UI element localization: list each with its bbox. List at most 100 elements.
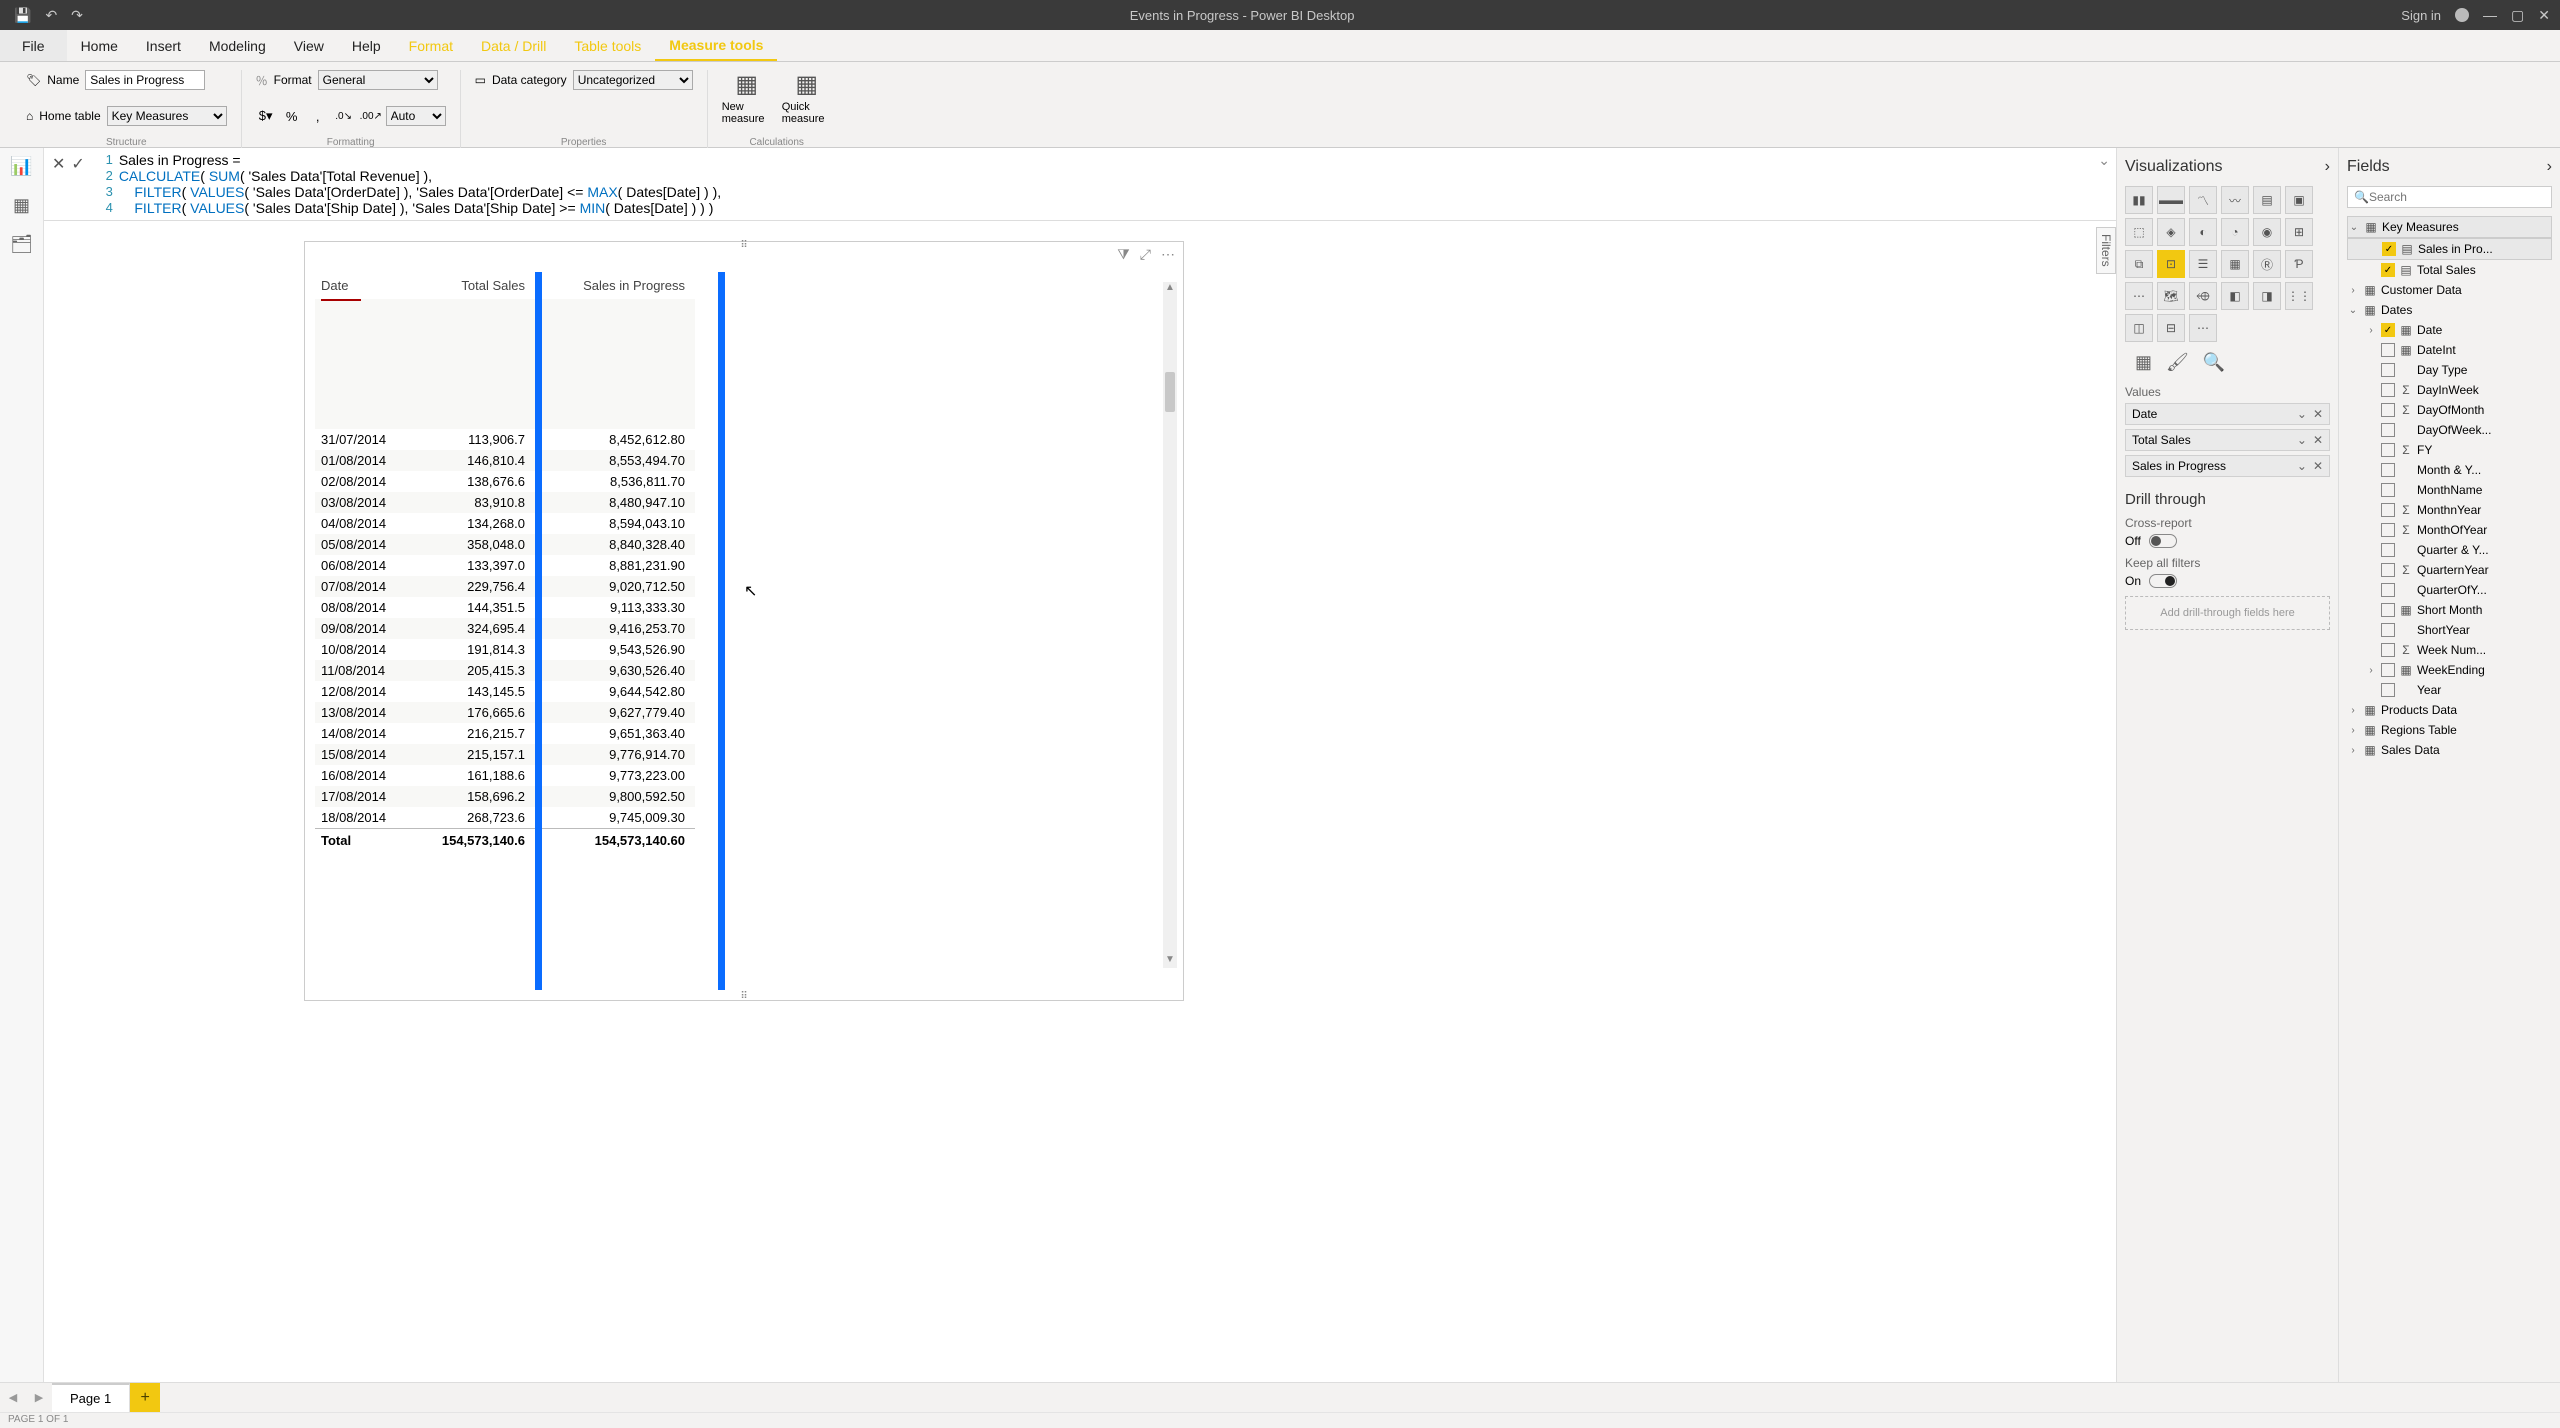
viz-type-icon[interactable]: ◧ xyxy=(2221,282,2249,310)
cross-report-toggle[interactable] xyxy=(2149,534,2177,548)
table-row[interactable]: 10/08/2014191,814.39,543,526.90 xyxy=(315,639,695,660)
percent-button[interactable]: % xyxy=(282,106,302,126)
increase-decimals-button[interactable]: .00↗ xyxy=(360,106,380,126)
fields-field[interactable]: DayOfWeek... xyxy=(2347,420,2552,440)
field-checkbox[interactable] xyxy=(2381,363,2395,377)
table-row[interactable]: 15/08/2014215,157.19,776,914.70 xyxy=(315,744,695,765)
viz-type-icon[interactable]: ⋮⋮ xyxy=(2285,282,2313,310)
decimals-select[interactable]: Auto xyxy=(386,106,446,126)
fields-field[interactable]: Quarter & Y... xyxy=(2347,540,2552,560)
fields-field[interactable]: ΣWeek Num... xyxy=(2347,640,2552,660)
viz-type-icon[interactable]: 〰 xyxy=(2221,186,2249,214)
data-category-select[interactable]: Uncategorized xyxy=(573,70,693,90)
fields-tab-icon[interactable]: ▦ xyxy=(2135,352,2152,373)
viz-type-icon[interactable]: ▬▬ xyxy=(2157,186,2185,214)
table-row[interactable]: 06/08/2014133,397.08,881,231.90 xyxy=(315,555,695,576)
fields-field[interactable]: ›▦WeekEnding xyxy=(2347,660,2552,680)
table-row[interactable]: 02/08/2014138,676.68,536,811.70 xyxy=(315,471,695,492)
menu-tab-modeling[interactable]: Modeling xyxy=(195,30,280,61)
viz-type-icon[interactable]: ⊡ xyxy=(2157,250,2185,278)
fields-search[interactable]: 🔍 xyxy=(2347,186,2552,208)
collapse-fields-icon[interactable]: › xyxy=(2547,158,2552,176)
table-row[interactable]: 16/08/2014161,188.69,773,223.00 xyxy=(315,765,695,786)
fields-table[interactable]: ⌄▦Dates xyxy=(2347,300,2552,320)
table-row[interactable]: 07/08/2014229,756.49,020,712.50 xyxy=(315,576,695,597)
viz-type-icon[interactable]: ⊟ xyxy=(2157,314,2185,342)
formula-expand-icon[interactable]: ⌄ xyxy=(2098,152,2110,169)
field-checkbox[interactable]: ✓ xyxy=(2381,323,2395,337)
well-dropdown-icon[interactable]: ⌄ xyxy=(2297,459,2307,473)
table-row[interactable]: 17/08/2014158,696.29,800,592.50 xyxy=(315,786,695,807)
undo-icon[interactable]: ↶ xyxy=(45,7,57,24)
prev-page-icon[interactable]: ◀ xyxy=(0,1383,26,1412)
table-row[interactable]: 11/08/2014205,415.39,630,526.40 xyxy=(315,660,695,681)
well-dropdown-icon[interactable]: ⌄ xyxy=(2297,407,2307,421)
format-select[interactable]: General xyxy=(318,70,438,90)
name-input[interactable] xyxy=(85,70,205,90)
data-view-icon[interactable]: ▦ xyxy=(13,195,30,216)
field-well[interactable]: Date⌄✕ xyxy=(2125,403,2330,425)
viz-type-icon[interactable]: ◨ xyxy=(2253,282,2281,310)
table-row[interactable]: 08/08/2014144,351.59,113,333.30 xyxy=(315,597,695,618)
field-checkbox[interactable] xyxy=(2381,663,2395,677)
comma-button[interactable]: , xyxy=(308,106,328,126)
fields-field[interactable]: MonthName xyxy=(2347,480,2552,500)
fields-table[interactable]: ›▦Products Data xyxy=(2347,700,2552,720)
maximize-icon[interactable]: ▢ xyxy=(2511,7,2524,24)
table-row[interactable]: 05/08/2014358,048.08,840,328.40 xyxy=(315,534,695,555)
viz-type-icon[interactable]: ☰ xyxy=(2189,250,2217,278)
quick-measure-button[interactable]: ▦ Quick measure xyxy=(782,70,832,125)
menu-tab-home[interactable]: Home xyxy=(67,30,132,61)
viz-type-icon[interactable]: ⬲ xyxy=(2189,282,2217,310)
scroll-up-icon[interactable]: ▲ xyxy=(1163,282,1177,296)
table-row[interactable]: 18/08/2014268,723.69,745,009.30 xyxy=(315,807,695,829)
field-checkbox[interactable] xyxy=(2381,523,2395,537)
fields-field[interactable]: ✓▤Sales in Pro... xyxy=(2347,238,2552,260)
field-well[interactable]: Sales in Progress⌄✕ xyxy=(2125,455,2330,477)
field-checkbox[interactable] xyxy=(2381,443,2395,457)
fields-field[interactable]: Day Type xyxy=(2347,360,2552,380)
table-row[interactable]: 13/08/2014176,665.69,627,779.40 xyxy=(315,702,695,723)
viz-type-icon[interactable]: ◐ xyxy=(2189,218,2217,246)
viz-type-icon[interactable]: ▮▮ xyxy=(2125,186,2153,214)
format-tab-icon[interactable]: 🖌 xyxy=(2166,352,2189,373)
field-checkbox[interactable] xyxy=(2381,543,2395,557)
header-date[interactable]: Date xyxy=(315,272,425,299)
signin-link[interactable]: Sign in xyxy=(2401,8,2441,23)
table-row[interactable]: 03/08/201483,910.88,480,947.10 xyxy=(315,492,695,513)
scroll-down-icon[interactable]: ▼ xyxy=(1163,954,1177,968)
field-checkbox[interactable] xyxy=(2381,383,2395,397)
fields-table[interactable]: ›▦Regions Table xyxy=(2347,720,2552,740)
header-sales-in-progress[interactable]: Sales in Progress xyxy=(535,272,695,299)
table-row[interactable]: 04/08/2014134,268.08,594,043.10 xyxy=(315,513,695,534)
fields-field[interactable]: QuarterOfY... xyxy=(2347,580,2552,600)
focus-mode-icon[interactable]: ⤢ xyxy=(1140,246,1151,263)
table-row[interactable]: 12/08/2014143,145.59,644,542.80 xyxy=(315,681,695,702)
fields-field[interactable]: Year xyxy=(2347,680,2552,700)
add-page-button[interactable]: + xyxy=(130,1383,160,1412)
field-checkbox[interactable] xyxy=(2381,603,2395,617)
table-row[interactable]: 09/08/2014324,695.49,416,253.70 xyxy=(315,618,695,639)
fields-field[interactable]: ΣDayInWeek xyxy=(2347,380,2552,400)
well-dropdown-icon[interactable]: ⌄ xyxy=(2297,433,2307,447)
menu-tab-insert[interactable]: Insert xyxy=(132,30,195,61)
header-total-sales[interactable]: Total Sales xyxy=(425,272,535,299)
field-checkbox[interactable] xyxy=(2381,463,2395,477)
close-icon[interactable]: ✕ xyxy=(2538,7,2550,24)
formula-commit-icon[interactable]: ✓ xyxy=(71,154,84,174)
viz-type-icon[interactable]: ⧉ xyxy=(2125,250,2153,278)
drag-handle-bottom[interactable]: ⠿ xyxy=(740,991,747,1002)
menu-tab-format[interactable]: Format xyxy=(395,30,467,61)
redo-icon[interactable]: ↷ xyxy=(71,7,83,24)
currency-button[interactable]: $▾ xyxy=(256,106,276,126)
keep-filters-toggle[interactable] xyxy=(2149,574,2177,588)
menu-tab-measure-tools[interactable]: Measure tools xyxy=(655,30,777,61)
model-view-icon[interactable]: 🗂 xyxy=(10,234,33,255)
table-row[interactable]: 01/08/2014146,810.48,553,494.70 xyxy=(315,450,695,471)
field-checkbox[interactable] xyxy=(2381,623,2395,637)
save-icon[interactable]: 💾 xyxy=(14,7,31,24)
fields-field[interactable]: ▦Short Month xyxy=(2347,600,2552,620)
new-measure-button[interactable]: ▦ New measure xyxy=(722,70,772,125)
fields-field[interactable]: ▦DateInt xyxy=(2347,340,2552,360)
fields-table[interactable]: ›▦Sales Data xyxy=(2347,740,2552,760)
